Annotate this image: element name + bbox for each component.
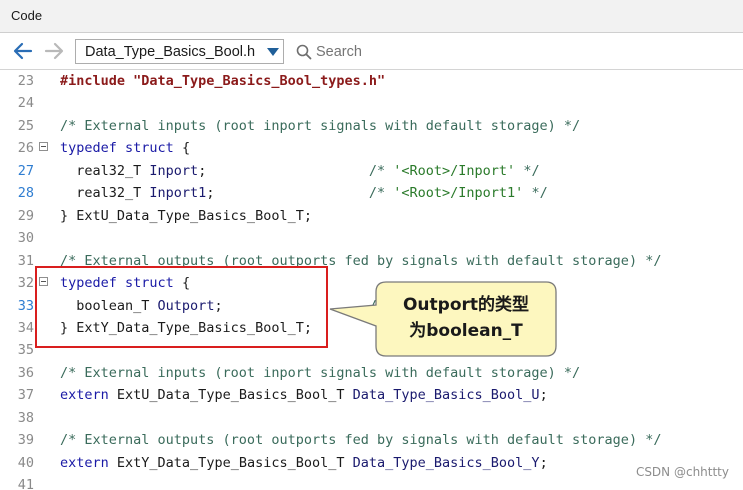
line-number: 29 — [17, 207, 34, 224]
highlight-box — [35, 266, 328, 348]
code-line: 37 extern ExtU_Data_Type_Basics_Bool_T Da… — [0, 386, 743, 409]
line-number: 31 — [17, 252, 34, 269]
code-line: 29 } ExtU_Data_Type_Basics_Bool_T; — [0, 207, 743, 230]
line-number: 32 — [17, 275, 34, 292]
code-line: 26 typedef struct { — [0, 139, 743, 162]
code-text: /* External inputs (root inport signals … — [60, 364, 581, 381]
search-field[interactable]: Search — [296, 42, 362, 62]
code-line: 24 — [0, 94, 743, 117]
code-line: 38 — [0, 409, 743, 432]
code-text: #include "Data_Type_Basics_Bool_types.h" — [60, 73, 386, 89]
code-line: 41 — [0, 476, 743, 490]
line-number: 28 — [17, 185, 34, 202]
window-titlebar: Code — [0, 0, 743, 33]
code-line: 27 real32_T Inport; /* '<Root>/Inport' *… — [0, 162, 743, 185]
file-selector-value: Data_Type_Basics_Bool.h — [85, 44, 256, 60]
code-toolbar: Data_Type_Basics_Bool.h Search — [0, 33, 743, 70]
code-text: typedef struct { — [60, 140, 191, 157]
line-number: 27 — [17, 162, 34, 179]
code-text: real32_T Inport; /* '<Root>/Inport' */ — [60, 162, 540, 179]
arrow-right-icon — [44, 42, 64, 60]
line-number: 37 — [17, 387, 34, 404]
line-number: 36 — [17, 364, 34, 381]
forward-button[interactable] — [43, 41, 65, 61]
line-number: 34 — [17, 319, 34, 336]
line-number: 40 — [17, 454, 34, 471]
callout-text: Outport的类型 为boolean_T — [376, 292, 556, 344]
line-number: 26 — [17, 140, 34, 157]
collapse-icon[interactable] — [39, 142, 48, 152]
code-text: } ExtU_Data_Type_Basics_Bool_T; — [60, 207, 312, 224]
code-line: 36 /* External inputs (root inport signal… — [0, 364, 743, 387]
code-line: 30 — [0, 229, 743, 252]
watermark: CSDN @chhttty — [635, 465, 729, 479]
code-text: extern ExtU_Data_Type_Basics_Bool_T Data… — [60, 387, 548, 404]
code-text: extern ExtY_Data_Type_Basics_Bool_T Data… — [60, 454, 548, 471]
code-line: 40 extern ExtY_Data_Type_Basics_Bool_T Da… — [0, 454, 743, 477]
line-number: 25 — [17, 117, 34, 134]
line-number: 39 — [17, 432, 34, 449]
code-text: /* External outputs (root outports fed b… — [60, 432, 662, 449]
code-text: real32_T Inport1; /* '<Root>/Inport1' */ — [60, 185, 548, 202]
file-selector-dropdown[interactable]: Data_Type_Basics_Bool.h — [75, 39, 284, 64]
chevron-down-icon[interactable] — [267, 48, 279, 56]
callout-line-2: 为boolean_T — [409, 321, 523, 341]
code-line: 23 #include "Data_Type_Basics_Bool_types.… — [0, 72, 743, 95]
line-number: 35 — [17, 342, 34, 359]
window-title: Code — [11, 8, 43, 23]
code-line: 39 /* External outputs (root outports fed… — [0, 431, 743, 454]
code-line: 25 /* External inputs (root inport signal… — [0, 117, 743, 140]
search-icon — [296, 44, 312, 60]
line-number: 24 — [17, 95, 34, 112]
line-number: 38 — [17, 409, 34, 426]
line-number: 23 — [17, 73, 34, 89]
back-button[interactable] — [12, 41, 34, 61]
code-line: 28 real32_T Inport1; /* '<Root>/Inport1'… — [0, 184, 743, 207]
arrow-left-icon — [13, 42, 33, 60]
line-number: 33 — [17, 297, 34, 314]
code-text: /* External inputs (root inport signals … — [60, 117, 581, 134]
callout-line-1: Outport的类型 — [402, 295, 530, 315]
line-number: 30 — [17, 230, 34, 247]
line-number: 41 — [17, 477, 34, 490]
search-placeholder: Search — [316, 44, 362, 60]
